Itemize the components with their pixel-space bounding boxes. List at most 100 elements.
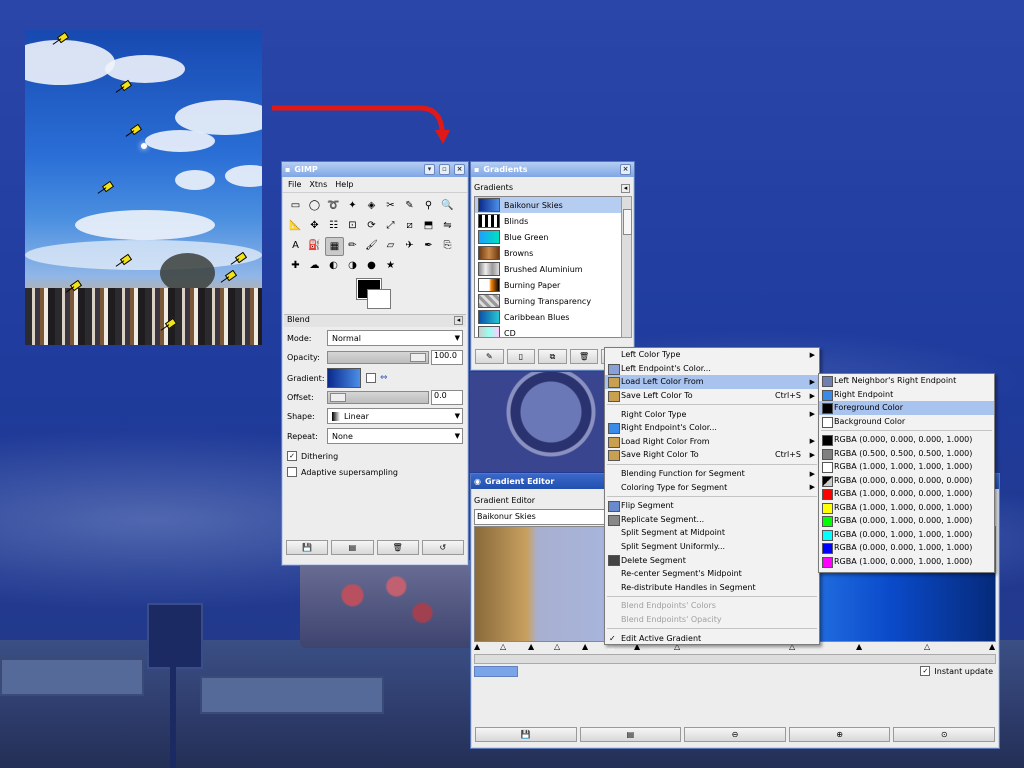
instant-update-checkbox[interactable]: ✓ bbox=[920, 666, 931, 676]
new-gradient-button[interactable]: ▯ bbox=[506, 349, 536, 364]
eraser-icon[interactable]: ▱ bbox=[382, 237, 399, 254]
convolve-icon[interactable]: ◐ bbox=[325, 257, 342, 274]
bucket-fill-icon[interactable]: ⛽ bbox=[306, 237, 323, 254]
adaptive-row[interactable]: Adaptive supersampling bbox=[287, 464, 463, 480]
measure-icon[interactable]: 📐 bbox=[287, 217, 304, 234]
gradient-name-field[interactable]: Baikonur Skies bbox=[474, 509, 608, 525]
gradient-list-item[interactable]: Baikonur Skies bbox=[475, 197, 621, 213]
color-select-icon[interactable]: ◈ bbox=[363, 197, 380, 214]
paintbrush-icon[interactable]: 🖌 bbox=[363, 237, 380, 254]
control-compress-bar[interactable] bbox=[474, 666, 518, 677]
scissors-icon[interactable]: ✂ bbox=[382, 197, 399, 214]
zoom-out-button[interactable]: ⊖ bbox=[684, 727, 786, 742]
title-bar[interactable]: ▪ Gradients × bbox=[471, 162, 634, 177]
dithering-checkbox[interactable]: ✓ bbox=[287, 451, 297, 461]
scale-icon[interactable]: ⤢ bbox=[382, 217, 399, 234]
pencil-icon[interactable]: ✏ bbox=[344, 237, 361, 254]
heal-icon[interactable]: ✚ bbox=[287, 257, 304, 274]
tab-menu-icon[interactable]: ◂ bbox=[621, 184, 630, 193]
title-bar[interactable]: ▪ GIMP ▾ ▫ × bbox=[282, 162, 468, 177]
gradient-list-item[interactable]: Browns bbox=[475, 245, 621, 261]
context-menu-item[interactable]: Delete Segment bbox=[605, 553, 819, 567]
smudge-icon[interactable]: ☁ bbox=[306, 257, 323, 274]
submenu-item[interactable]: RGBA (0.000, 0.000, 0.000, 1.000) bbox=[819, 433, 994, 447]
align-icon[interactable]: ☷ bbox=[325, 217, 342, 234]
submenu-item[interactable]: RGBA (1.000, 1.000, 1.000, 1.000) bbox=[819, 460, 994, 474]
rect-select-icon[interactable]: ▭ bbox=[287, 197, 304, 214]
submenu-item[interactable]: RGBA (0.000, 1.000, 1.000, 1.000) bbox=[819, 528, 994, 542]
extra-icon[interactable]: ★ bbox=[382, 257, 399, 274]
submenu-item[interactable]: RGBA (0.000, 1.000, 0.000, 1.000) bbox=[819, 514, 994, 528]
submenu-item[interactable]: RGBA (0.000, 0.000, 1.000, 1.000) bbox=[819, 541, 994, 555]
ellipse-select-icon[interactable]: ◯ bbox=[306, 197, 323, 214]
tab-menu-icon[interactable]: ◂ bbox=[454, 316, 463, 325]
context-menu-item[interactable]: ✓ Edit Active Gradient bbox=[605, 631, 819, 645]
gradient-list-item[interactable]: Caribbean Blues bbox=[475, 309, 621, 325]
context-menu-item[interactable]: Blending Function for Segment ▶ bbox=[605, 467, 819, 481]
perspective-icon[interactable]: ⬒ bbox=[420, 217, 437, 234]
submenu-item[interactable]: Foreground Color bbox=[819, 401, 994, 415]
zoom-icon[interactable]: 🔍 bbox=[439, 197, 456, 214]
instant-update-row[interactable]: ✓ Instant update bbox=[920, 666, 993, 676]
context-menu-item[interactable]: Re-distribute Handles in Segment bbox=[605, 581, 819, 595]
adaptive-supersampling-checkbox[interactable] bbox=[287, 467, 297, 477]
submenu-item[interactable]: RGBA (1.000, 0.000, 0.000, 1.000) bbox=[819, 487, 994, 501]
scrollbar-thumb[interactable] bbox=[623, 209, 632, 235]
context-menu-item[interactable]: Replicate Segment... bbox=[605, 513, 819, 527]
close-button[interactable]: × bbox=[454, 164, 465, 175]
revert-gradient-button[interactable]: ▤ bbox=[579, 727, 682, 742]
move-icon[interactable]: ✥ bbox=[306, 217, 323, 234]
gradient-list-item[interactable]: Blinds bbox=[475, 213, 621, 229]
context-menu-item[interactable]: Split Segment at Midpoint bbox=[605, 526, 819, 540]
context-menu-item[interactable]: Left Color Type ▶ bbox=[605, 348, 819, 362]
reset-options-button[interactable]: ↺ bbox=[421, 540, 464, 555]
context-menu-item[interactable]: Split Segment Uniformly... bbox=[605, 540, 819, 554]
context-menu-item[interactable]: Left Endpoint's Color... bbox=[605, 362, 819, 376]
context-menu-item[interactable]: Save Left Color To Ctrl+S ▶ bbox=[605, 389, 819, 403]
duplicate-gradient-button[interactable]: ⧉ bbox=[538, 349, 567, 364]
lasso-icon[interactable]: ➰ bbox=[325, 197, 342, 214]
crop-icon[interactable]: ⊡ bbox=[344, 217, 361, 234]
offset-spinbutton[interactable]: 0.0 bbox=[431, 389, 463, 405]
delete-options-button[interactable]: 🗑 bbox=[376, 540, 419, 555]
fg-bg-color-selector[interactable] bbox=[356, 278, 391, 309]
clone-icon[interactable]: ⎘ bbox=[439, 237, 456, 254]
repeat-select[interactable]: None ▼ bbox=[327, 428, 463, 444]
burn-icon[interactable]: ● bbox=[363, 257, 380, 274]
gradient-list-item[interactable]: CD bbox=[475, 325, 621, 337]
submenu-item[interactable]: RGBA (0.500, 0.500, 0.500, 1.000) bbox=[819, 447, 994, 461]
context-menu-item[interactable]: Right Endpoint's Color... bbox=[605, 421, 819, 435]
context-menu-item[interactable]: Flip Segment bbox=[605, 499, 819, 513]
rotate-icon[interactable]: ⟳ bbox=[363, 217, 380, 234]
submenu-item[interactable]: RGBA (1.000, 0.000, 1.000, 1.000) bbox=[819, 555, 994, 569]
reverse-gradient-checkbox[interactable] bbox=[366, 373, 376, 383]
shape-select[interactable]: Linear ▼ bbox=[327, 408, 463, 424]
paths-icon[interactable]: ✎ bbox=[401, 197, 418, 214]
gradient-list-item[interactable]: Burning Transparency bbox=[475, 293, 621, 309]
menu-help[interactable]: Help bbox=[335, 180, 353, 189]
opacity-slider[interactable] bbox=[327, 350, 429, 364]
context-menu-item[interactable]: Load Left Color From ▶ bbox=[605, 375, 819, 389]
context-menu-item[interactable]: Load Right Color From ▶ bbox=[605, 435, 819, 449]
mode-select[interactable]: Normal ▼ bbox=[327, 330, 463, 346]
submenu-item[interactable]: Right Endpoint bbox=[819, 388, 994, 402]
horizontal-scrollbar[interactable] bbox=[474, 654, 996, 664]
gradient-list-item[interactable]: Burning Paper bbox=[475, 277, 621, 293]
zoom-all-button[interactable]: ⊙ bbox=[893, 727, 995, 742]
gradient-list-scrollbar[interactable] bbox=[621, 196, 632, 338]
edit-gradient-button[interactable]: ✎ bbox=[475, 349, 504, 364]
zoom-in-button[interactable]: ⊕ bbox=[788, 727, 891, 742]
blend-icon[interactable]: ▦ bbox=[325, 237, 344, 256]
airbrush-icon[interactable]: ✈ bbox=[401, 237, 418, 254]
text-icon[interactable]: A bbox=[287, 237, 304, 254]
maximize-button[interactable]: ▫ bbox=[439, 164, 450, 175]
fuzzy-select-icon[interactable]: ✦ bbox=[344, 197, 361, 214]
dithering-row[interactable]: ✓ Dithering bbox=[287, 448, 463, 464]
gradient-list-item[interactable]: Blue Green bbox=[475, 229, 621, 245]
ink-icon[interactable]: ✒ bbox=[420, 237, 437, 254]
offset-slider[interactable] bbox=[327, 390, 429, 404]
context-menu-item[interactable]: Right Color Type ▶ bbox=[605, 407, 819, 421]
minimize-button[interactable]: ▾ bbox=[424, 164, 435, 175]
save-gradient-button[interactable]: 💾 bbox=[475, 727, 577, 742]
color-picker-icon[interactable]: ⚲ bbox=[420, 197, 437, 214]
